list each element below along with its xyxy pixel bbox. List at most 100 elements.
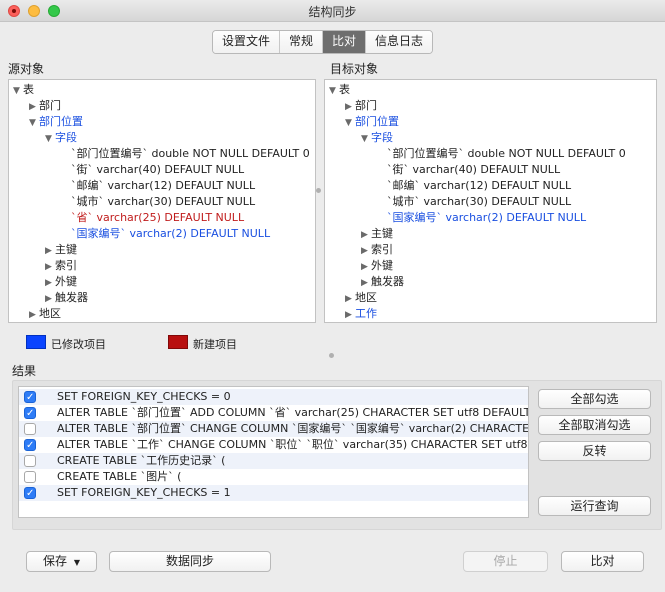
tree-node-label: `城市` varchar(30) DEFAULT NULL (71, 195, 256, 208)
query-text: CREATE TABLE `工作历史记录` ( (57, 454, 226, 467)
results-row[interactable]: ALTER TABLE `部门位置` ADD COLUMN `省` varcha… (19, 405, 529, 422)
tree-node[interactable]: `国家编号` varchar(2) DEFAULT NULL (61, 226, 270, 242)
tree-node[interactable]: ▶ 工作 (345, 306, 377, 322)
disclosure-collapsed-icon[interactable]: ▶ (29, 99, 39, 115)
tree-node[interactable]: ▶ 主键 (45, 242, 77, 258)
disclosure-collapsed-icon[interactable]: ▶ (345, 307, 355, 322)
tree-node-label: 地区 (39, 307, 61, 320)
results-row[interactable]: ALTER TABLE `工作` CHANGE COLUMN `职位` `职位`… (19, 437, 529, 454)
disclosure-collapsed-icon[interactable]: ▶ (361, 227, 371, 243)
target-object-tree[interactable]: ▼ 表 ▶ 部门 ▼ 部门位置 ▼ 字段 `部门位置编号` double NOT NULL DE… (324, 79, 657, 323)
tree-node[interactable]: `部门位置编号` double NOT NULL DEFAULT 0 (61, 146, 310, 162)
checked-checkbox[interactable] (24, 390, 36, 406)
disclosure-collapsed-icon[interactable]: ▶ (29, 307, 39, 322)
tree-node[interactable]: ▼ 表 (329, 82, 350, 98)
results-row[interactable]: SET FOREIGN_KEY_CHECKS = 1 (19, 485, 528, 502)
disclosure-collapsed-icon[interactable]: ▶ (345, 291, 355, 307)
tab-message-log[interactable]: 信息日志 (366, 31, 433, 53)
window-title: 结构同步 (308, 5, 357, 19)
disclosure-expanded-icon[interactable]: ▼ (29, 115, 39, 131)
tree-node[interactable]: ▼ 部门位置 (29, 114, 83, 130)
disclosure-collapsed-icon[interactable]: ▶ (45, 275, 55, 291)
disclosure-collapsed-icon[interactable]: ▶ (45, 243, 55, 259)
source-objects-label: 源对象 (8, 62, 45, 76)
stop-button[interactable]: 停止 (463, 551, 548, 572)
disclosure-expanded-icon[interactable]: ▼ (45, 131, 55, 147)
tree-node[interactable]: ▶ 主键 (361, 226, 393, 242)
checked-checkbox[interactable] (24, 438, 36, 454)
tree-node[interactable]: ▶ 外键 (45, 274, 77, 290)
results-row[interactable]: CREATE TABLE `图片` ( (19, 469, 528, 485)
tree-node[interactable]: `城市` varchar(30) DEFAULT NULL (377, 194, 571, 210)
tree-node[interactable]: `邮编` varchar(12) DEFAULT NULL (61, 178, 255, 194)
tree-node-label: 主键 (371, 227, 393, 240)
tree-node[interactable]: ▶ 地区 (29, 306, 61, 322)
unchecked-checkbox[interactable] (24, 471, 36, 483)
results-row[interactable]: ALTER TABLE `部门位置` CHANGE COLUMN `国家编号` … (19, 421, 529, 437)
tree-node-label: `邮编` varchar(12) DEFAULT NULL (387, 179, 572, 192)
horizontal-splitter-handle[interactable] (329, 353, 334, 358)
disclosure-collapsed-icon[interactable]: ▶ (361, 275, 371, 291)
tree-node[interactable]: ▶ 部门 (345, 98, 377, 114)
compare-button[interactable]: 比对 (561, 551, 644, 572)
tree-node[interactable]: ▶ 索引 (361, 242, 393, 258)
results-row[interactable]: CREATE TABLE `工作历史记录` ( (19, 453, 528, 469)
tree-node[interactable]: `省` varchar(25) DEFAULT NULL (61, 210, 244, 226)
disclosure-collapsed-icon[interactable]: ▶ (345, 99, 355, 115)
disclosure-collapsed-icon[interactable]: ▶ (45, 259, 55, 275)
source-object-tree[interactable]: ▼ 表 ▶ 部门 ▼ 部门位置 ▼ 字段 `部门位置编号` double NOT NULL DE… (8, 79, 316, 323)
query-text: ALTER TABLE `工作` CHANGE COLUMN `职位` `职位`… (57, 438, 529, 451)
tab-general[interactable]: 常规 (280, 31, 324, 53)
disclosure-collapsed-icon[interactable]: ▶ (361, 259, 371, 275)
invert-selection-button[interactable]: 反转 (538, 441, 651, 461)
tree-node[interactable]: ▶ 触发器 (45, 290, 88, 306)
new-legend-label: 新建项目 (193, 338, 237, 351)
tree-node[interactable]: ▼ 部门位置 (345, 114, 399, 130)
tree-node[interactable]: ▶ 索引 (45, 258, 77, 274)
query-text: ALTER TABLE `部门位置` CHANGE COLUMN `国家编号` … (57, 422, 529, 435)
tree-node-label: 字段 (371, 131, 393, 144)
disclosure-collapsed-icon[interactable]: ▶ (45, 291, 55, 307)
tab-compare[interactable]: 比对 (323, 31, 367, 53)
tree-node-label: 外键 (55, 275, 77, 288)
run-query-button[interactable]: 运行查询 (538, 496, 651, 516)
tree-node-label: 地区 (355, 291, 377, 304)
checked-checkbox[interactable] (24, 486, 36, 502)
tree-node[interactable]: `邮编` varchar(12) DEFAULT NULL (377, 178, 571, 194)
tree-node[interactable]: ▶ 触发器 (361, 274, 404, 290)
tree-node-label: 索引 (55, 259, 77, 272)
tree-node[interactable]: ▶ 部门 (29, 98, 61, 114)
tree-node[interactable]: `城市` varchar(30) DEFAULT NULL (61, 194, 255, 210)
tree-node[interactable]: ▼ 表 (13, 82, 34, 98)
tree-node[interactable]: `国家编号` varchar(2) DEFAULT NULL (377, 210, 586, 226)
save-dropdown-button[interactable]: 保存 ▼ (26, 551, 97, 572)
select-all-button[interactable]: 全部勾选 (538, 389, 651, 409)
results-query-list[interactable]: SET FOREIGN_KEY_CHECKS = 0 ALTER TABLE `部… (18, 386, 529, 518)
tree-node[interactable]: ▶ 外键 (361, 258, 393, 274)
disclosure-expanded-icon[interactable]: ▼ (361, 131, 371, 147)
tree-node-label: 触发器 (371, 275, 404, 288)
disclosure-expanded-icon[interactable]: ▼ (13, 83, 23, 99)
new-legend-swatch (168, 335, 188, 349)
tree-node[interactable]: ▼ 字段 (361, 130, 393, 146)
query-text: ALTER TABLE `部门位置` ADD COLUMN `省` varcha… (57, 406, 529, 419)
tree-node[interactable]: ▼ 字段 (45, 130, 77, 146)
tree-node[interactable]: `部门位置编号` double NOT NULL DEFAULT 0 (377, 146, 626, 162)
deselect-all-button[interactable]: 全部取消勾选 (538, 415, 651, 435)
tree-node[interactable]: `街` varchar(40) DEFAULT NULL (61, 162, 244, 178)
checked-checkbox[interactable] (24, 406, 36, 422)
disclosure-expanded-icon[interactable]: ▼ (345, 115, 355, 131)
vertical-splitter-handle[interactable] (316, 188, 321, 193)
target-objects-label: 目标对象 (330, 62, 379, 76)
tree-node-label: `部门位置编号` double NOT NULL DEFAULT 0 (387, 147, 626, 160)
data-sync-button[interactable]: 数据同步 (109, 551, 271, 572)
tree-node[interactable]: `街` varchar(40) DEFAULT NULL (377, 162, 560, 178)
results-row[interactable]: SET FOREIGN_KEY_CHECKS = 0 (19, 389, 528, 406)
query-text: CREATE TABLE `图片` ( (57, 470, 182, 483)
unchecked-checkbox[interactable] (24, 423, 36, 435)
unchecked-checkbox[interactable] (24, 455, 36, 467)
tab-settings-file[interactable]: 设置文件 (213, 31, 281, 53)
disclosure-collapsed-icon[interactable]: ▶ (361, 243, 371, 259)
disclosure-expanded-icon[interactable]: ▼ (329, 83, 339, 99)
tree-node[interactable]: ▶ 地区 (345, 290, 377, 306)
